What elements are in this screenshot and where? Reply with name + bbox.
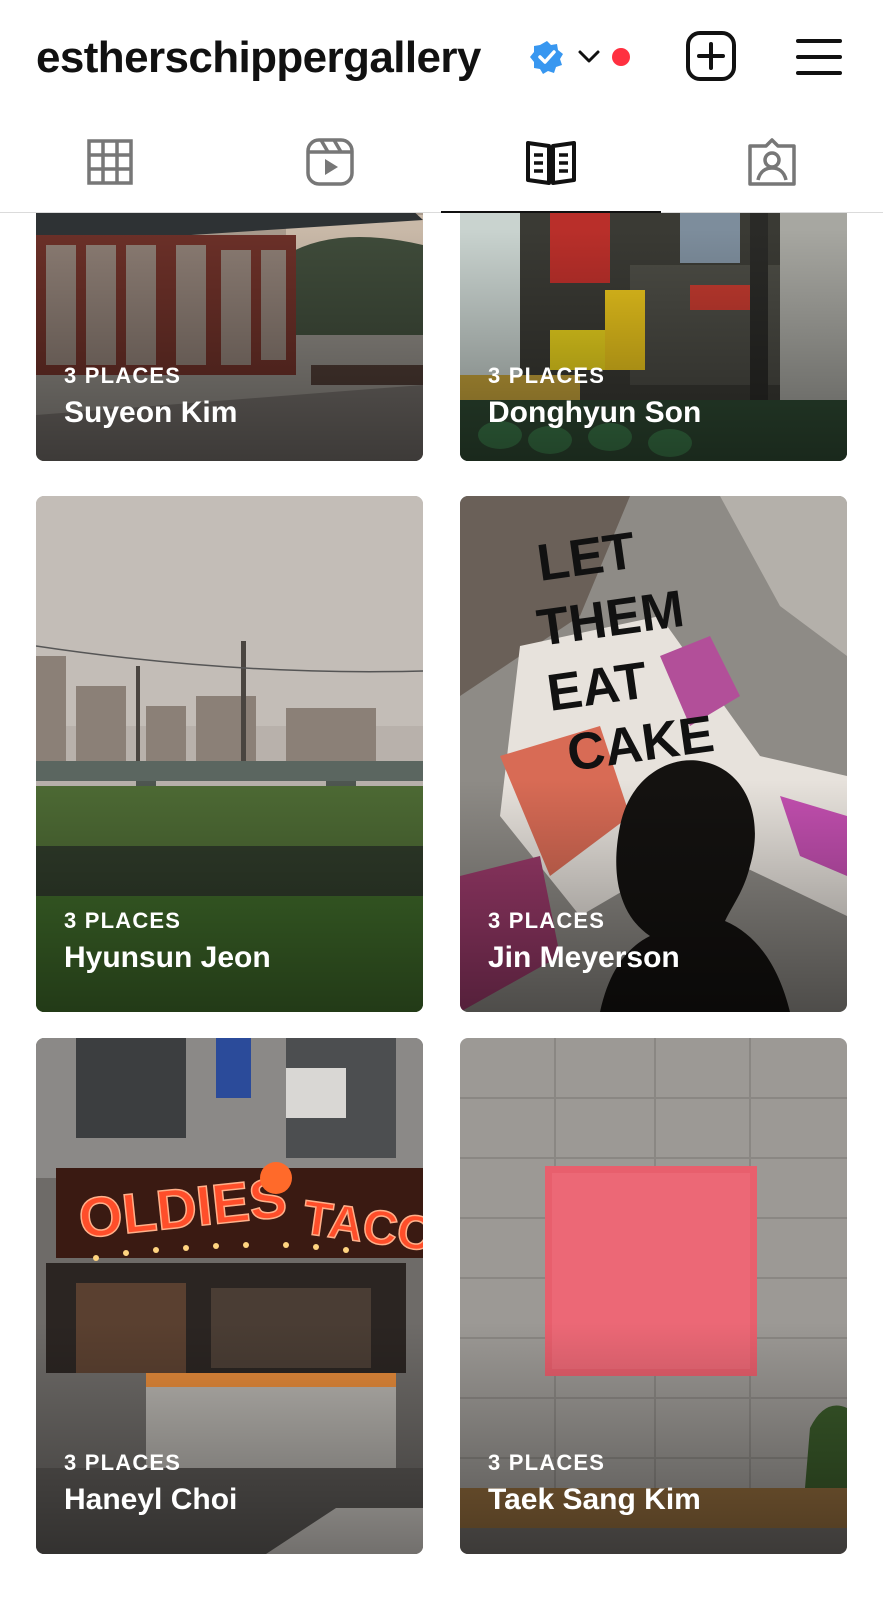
profile-username[interactable]: estherschippergallery — [36, 32, 481, 84]
grid-icon — [87, 139, 133, 185]
hamburger-menu-icon[interactable] — [795, 36, 843, 78]
guide-places-count: 3 PLACES — [64, 908, 182, 933]
guide-card-haneyl-choi[interactable]: OLDIES TACO 3 PLACES Haneyl Choi — [36, 1038, 423, 1554]
card-gradient — [36, 1321, 423, 1554]
guide-title: Donghyun Son — [488, 396, 702, 429]
guide-title: Hyunsun Jeon — [64, 941, 271, 974]
plus-square-icon[interactable] — [685, 30, 737, 82]
guide-card-taek-sang-kim[interactable]: 3 PLACES Taek Sang Kim — [460, 1038, 847, 1554]
reels-icon — [306, 138, 354, 186]
verified-badge-icon — [530, 41, 563, 74]
guide-places-count: 3 PLACES — [64, 363, 182, 388]
card-gradient — [460, 1321, 847, 1554]
guide-card-jin-meyerson[interactable]: LET THEM EAT CAKE 3 PLACES Jin Meyerson — [460, 496, 847, 1012]
guide-card-donghyun-son[interactable]: 3 PLACES Donghyun Son — [460, 213, 847, 461]
guides-grid: 3 PLACES Suyeon Kim 3 PLACES Donghyun So… — [0, 213, 883, 1600]
guide-places-count: 3 PLACES — [488, 1450, 606, 1475]
guide-places-count: 3 PLACES — [64, 1450, 182, 1475]
guide-places-count: 3 PLACES — [488, 363, 606, 388]
tab-reels[interactable] — [220, 112, 440, 212]
card-gradient — [36, 779, 423, 1012]
notification-dot — [612, 48, 630, 66]
guide-card-suyeon-kim[interactable]: 3 PLACES Suyeon Kim — [36, 213, 423, 461]
guide-places-count: 3 PLACES — [488, 908, 606, 933]
tab-tagged[interactable] — [662, 112, 882, 212]
card-gradient — [460, 779, 847, 1012]
guide-title: Jin Meyerson — [488, 941, 680, 974]
guide-card-hyunsun-jeon[interactable]: 3 PLACES Hyunsun Jeon — [36, 496, 423, 1012]
tab-guides[interactable] — [441, 112, 661, 213]
profile-header: estherschippergallery — [0, 0, 883, 112]
tab-posts[interactable] — [0, 112, 220, 212]
guide-title: Taek Sang Kim — [488, 1483, 701, 1516]
guides-book-icon — [526, 141, 576, 185]
guide-title: Haneyl Choi — [64, 1483, 238, 1516]
chevron-down-icon[interactable] — [576, 46, 602, 68]
tagged-user-icon — [748, 138, 796, 186]
profile-tabs — [0, 112, 883, 213]
guide-title: Suyeon Kim — [64, 396, 238, 429]
